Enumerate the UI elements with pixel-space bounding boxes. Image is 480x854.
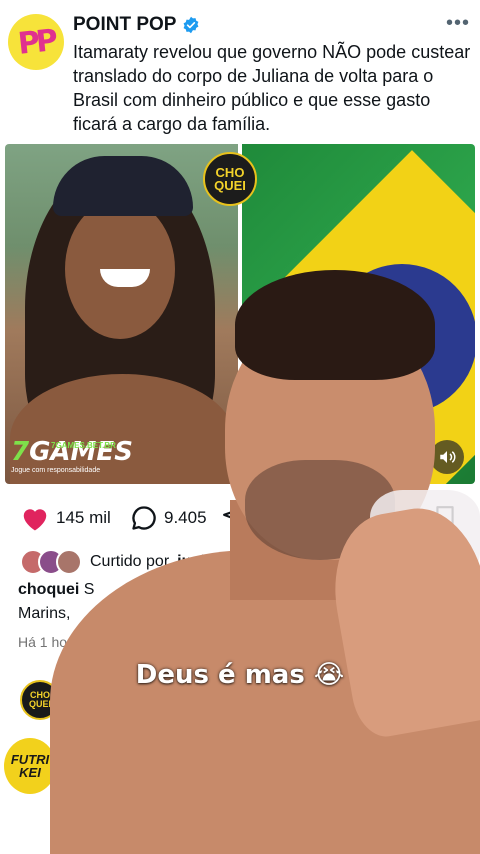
verified-badge-icon [184,16,199,34]
video-subtitle: Deus é mas 😭 [135,660,345,690]
photo-cap [53,156,193,216]
post-text: Itamaraty revelou que governo NÃO pode c… [73,42,471,134]
avatar-logo: PP [16,22,56,62]
author-handle[interactable]: POINT POP [73,14,176,36]
person-hair [235,270,435,380]
reaction-video-person [40,270,480,854]
more-options-icon[interactable]: ••• [446,12,470,35]
choquei-watermark: CHO QUEI [203,152,257,206]
avatar[interactable]: PP [8,14,64,70]
author-row: POINT POP [73,14,200,36]
